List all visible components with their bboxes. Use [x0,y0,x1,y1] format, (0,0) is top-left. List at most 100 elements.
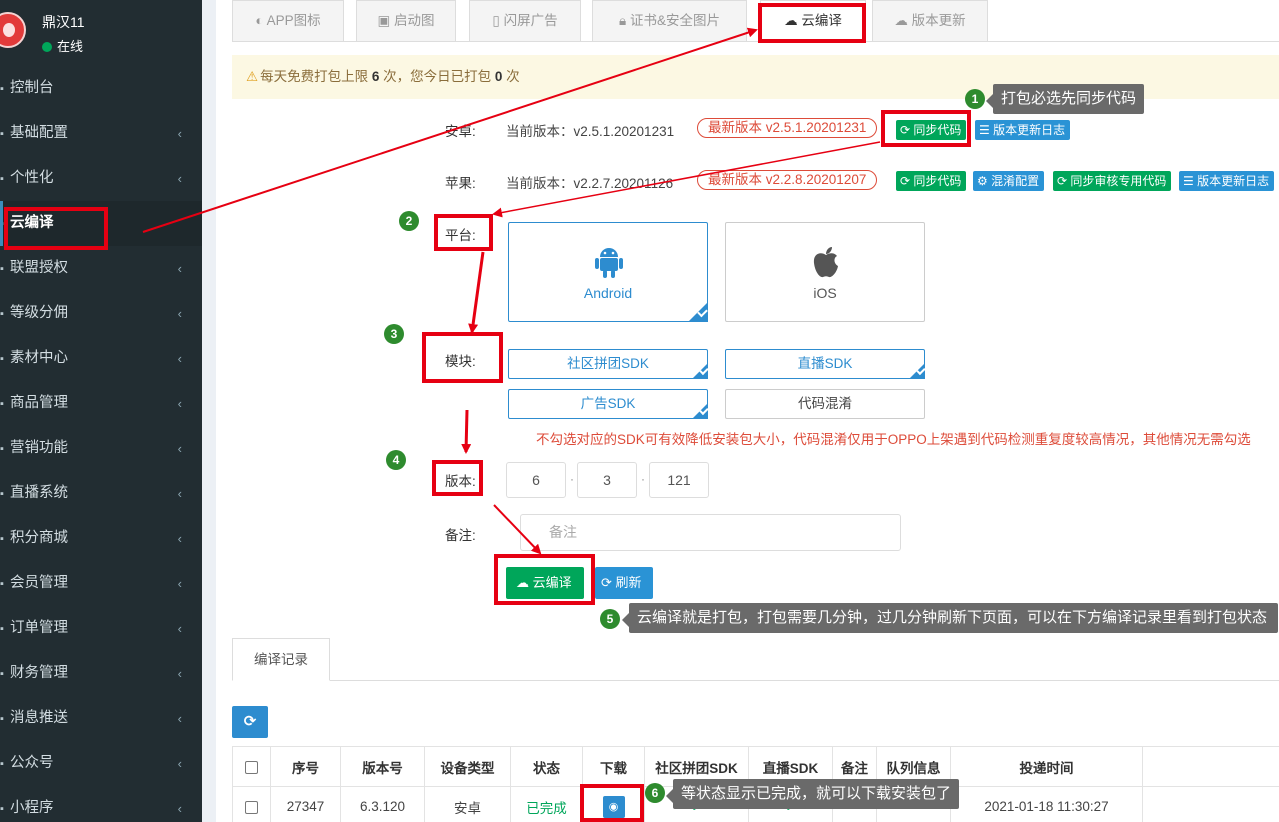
sidebar-item-label: 个性化 [10,170,54,186]
sidebar-item-marketing[interactable]: ▪ 营销功能 ‹ [0,426,202,471]
sidebar: 鼎汉11 在线 ▪ 控制台 ▪ 基础配置 ‹ ▪ 个性化 ‹ ▪ 云编译 ▪ 联盟授权 ‹ ▪ 等… [0,0,202,822]
sidebar-item-basic-config[interactable]: ▪ 基础配置 ‹ [0,111,202,156]
ios-sync-code-button[interactable]: ⟳ 同步代码 [896,171,967,191]
step-number-6: 6 [645,783,665,803]
tab-splash-ad[interactable]: ▯ 闪屏广告 [469,0,581,41]
dashboard-icon: ▪ [0,83,4,95]
button-label: 刷新 [615,575,642,590]
button-label: 版本更新日志 [1197,174,1270,188]
sidebar-item-cloud-compile[interactable]: ▪ 云编译 [0,201,202,246]
tab-certificate[interactable]: 🔒︎ 证书&安全图片 [592,0,747,41]
cloud-compile-button[interactable]: ☁ 云编译 [506,567,584,599]
chevron-left-icon: ‹ [177,486,182,501]
tab-cloud-compile[interactable]: ☁ 云编译 [760,0,866,41]
sidebar-item-label: 等级分佣 [10,305,68,321]
points-icon: ▪ [0,533,4,545]
avatar[interactable] [0,12,26,48]
file-icon: ▯ [492,13,500,28]
cloud-icon: ☁ [784,13,798,28]
column-header[interactable]: 状态 [510,746,583,787]
sidebar-item-level[interactable]: ▪ 等级分佣 ‹ [0,291,202,336]
miniapp-icon: ▪ [0,803,4,815]
sidebar-item-live[interactable]: ▪ 直播系统 ‹ [0,471,202,516]
platform-android[interactable]: Android [508,222,708,322]
remark-input[interactable]: 备注 [520,514,901,551]
version-minor-input[interactable]: 3 [577,462,637,498]
picture-icon: ▣ [377,13,391,28]
link-icon: ▪ [0,263,4,275]
module-community-sdk[interactable]: 社区拼团SDK [508,349,708,379]
column-header[interactable]: 申 [1142,746,1279,787]
paint-icon: ▪ [0,173,4,185]
sidebar-item-miniapp[interactable]: ▪ 小程序 ‹ [0,786,202,822]
refresh-button[interactable]: ⟳ 刷新 [595,567,653,599]
chevron-left-icon: ‹ [177,801,182,816]
row-checkbox[interactable] [245,800,258,814]
chevron-left-icon: ‹ [177,576,182,591]
android-sync-code-button[interactable]: ⟳ 同步代码 [896,120,967,140]
sync-review-code-button[interactable]: ⟳ 同步审核专用代码 [1053,171,1172,191]
chevron-left-icon: ‹ [177,306,182,321]
download-android-button[interactable]: ◉ [602,795,625,818]
cell-version: 6.3.120 [340,786,425,822]
ios-changelog-button[interactable]: ☰ 版本更新日志 [1179,171,1275,191]
column-header[interactable]: 设备类型 [424,746,511,787]
chevron-left-icon: ‹ [177,171,182,186]
select-all-checkbox[interactable] [245,760,258,774]
cell-device: 安卓 [424,786,511,822]
sidebar-item-dashboard[interactable]: ▪ 控制台 [0,66,202,111]
sidebar-item-label: 公众号 [10,755,54,771]
tab-label: APP图标 [266,13,321,28]
sidebar-item-label: 小程序 [10,800,54,816]
tab-label: 证书&安全图片 [629,13,720,28]
module-ad-sdk[interactable]: 广告SDK [508,389,708,419]
tab-splash[interactable]: ▣ 启动图 [356,0,456,41]
platform-ios[interactable]: iOS [725,222,925,322]
module-live-sdk[interactable]: 直播SDK [725,349,925,379]
obfuscation-config-button[interactable]: ⚙ 混淆配置 [973,171,1045,191]
android-label: 安卓: [445,124,476,139]
tab-app-icon[interactable]: ◐ APP图标 [232,0,344,41]
sidebar-item-finance[interactable]: ▪ 财务管理 ‹ [0,651,202,696]
sidebar-item-members[interactable]: ▪ 会员管理 ‹ [0,561,202,606]
version-build-input[interactable]: 121 [649,462,709,498]
cell-status: 已完成 [510,786,583,822]
step-number-3: 3 [384,324,404,344]
column-header[interactable]: 序号 [270,746,341,787]
select-all-cell [232,746,271,787]
sidebar-item-material[interactable]: ▪ 素材中心 ‹ [0,336,202,381]
sidebar-item-alliance[interactable]: ▪ 联盟授权 ‹ [0,246,202,291]
sidebar-item-label: 云编译 [10,215,54,231]
sidebar-item-label: 积分商城 [10,530,68,546]
column-header[interactable]: 下载 [582,746,645,787]
tab-version-update[interactable]: ☁ 版本更新 [872,0,988,41]
module-label-text: 直播SDK [797,356,853,371]
sidebar-item-label: 会员管理 [10,575,68,591]
finance-icon: ▪ [0,668,4,680]
sidebar-item-wechat[interactable]: ▪ 公众号 ‹ [0,741,202,786]
cell-download: ◉ [582,786,645,822]
tab-compile-records[interactable]: 编译记录 [232,638,330,681]
sidebar-item-goods[interactable]: ▪ 商品管理 ‹ [0,381,202,426]
chevron-left-icon: ‹ [177,351,182,366]
sidebar-item-points[interactable]: ▪ 积分商城 ‹ [0,516,202,561]
tab-label: 闪屏广告 [503,13,558,28]
chevron-left-icon: ‹ [177,261,182,276]
user-status-text: 在线 [57,39,84,54]
tab-label: 版本更新 [911,13,966,28]
remark-label: 备注: [445,528,476,543]
status-completed: 已完成 [526,800,567,816]
column-header[interactable]: 投递时间 [950,746,1143,787]
sidebar-item-orders[interactable]: ▪ 订单管理 ‹ [0,606,202,651]
android-changelog-button[interactable]: ☰ 版本更新日志 [975,120,1071,140]
marketing-icon: ▪ [0,443,4,455]
ios-latest-version: 最新版本 v2.2.8.20201207 [697,170,878,190]
sidebar-item-push[interactable]: ▪ 消息推送 ‹ [0,696,202,741]
records-refresh-button[interactable]: ⟳ [232,706,268,738]
tip-step-6: 等状态显示已完成，就可以下载安装包了 [665,779,960,809]
module-code-obfuscation[interactable]: 代码混淆 [725,389,925,419]
sidebar-item-personalize[interactable]: ▪ 个性化 ‹ [0,156,202,201]
column-header[interactable]: 版本号 [340,746,425,787]
version-major-input[interactable]: 6 [506,462,566,498]
main-area: ◐ APP图标 ▣ 启动图 ▯ 闪屏广告 🔒︎ 证书&安全图片 ☁ 云编译 ☁ … [202,0,1279,822]
